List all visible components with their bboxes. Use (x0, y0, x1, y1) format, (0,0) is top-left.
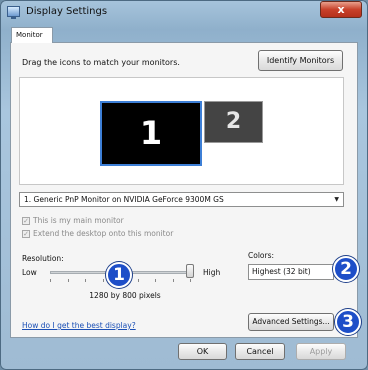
close-button[interactable]: x (320, 1, 362, 18)
display-app-icon (7, 6, 20, 19)
colors-select[interactable]: Highest (32 bit) (248, 264, 334, 280)
resolution-high-label: High (203, 268, 221, 277)
apply-button[interactable]: Apply (296, 343, 346, 360)
slider-tick (138, 279, 139, 282)
callout-badge-3: 3 (335, 309, 361, 335)
chevron-down-icon: ▼ (334, 196, 339, 203)
checkbox-checked-icon[interactable]: ✓ (22, 217, 30, 225)
main-monitor-checkbox-row[interactable]: ✓ This is my main monitor (22, 216, 124, 227)
slider-tick (103, 279, 104, 282)
ok-button[interactable]: OK (178, 343, 227, 360)
colors-label: Colors: (248, 251, 275, 260)
best-display-help-link[interactable]: How do I get the best display? (22, 321, 136, 330)
tab-monitor[interactable]: Monitor (11, 27, 53, 43)
cancel-button[interactable]: Cancel (235, 343, 285, 360)
slider-tick (190, 279, 191, 282)
slider-tick (155, 279, 156, 282)
title-bar[interactable]: Display Settings x (0, 0, 368, 24)
slider-tick (173, 279, 174, 282)
slider-tick (85, 279, 86, 282)
drag-instruction: Drag the icons to match your monitors. (22, 58, 180, 67)
display-select[interactable]: 1. Generic PnP Monitor on NVIDIA GeForce… (19, 192, 344, 207)
callout-badge-1: 1 (106, 262, 132, 288)
resolution-slider-thumb[interactable] (186, 264, 194, 278)
resolution-value: 1280 by 800 pixels (89, 291, 161, 300)
window-title: Display Settings (26, 6, 108, 17)
display-settings-window: Display Settings x Monitor Drag the icon… (0, 0, 368, 370)
extend-desktop-checkbox-row[interactable]: ✓ Extend the desktop onto this monitor (22, 229, 173, 240)
extend-desktop-label: Extend the desktop onto this monitor (33, 229, 174, 238)
monitor-1-tile[interactable]: 1 (100, 101, 202, 166)
display-select-value: 1. Generic PnP Monitor on NVIDIA GeForce… (24, 195, 224, 204)
callout-badge-2: 2 (333, 256, 359, 282)
checkbox-checked-icon[interactable]: ✓ (22, 230, 30, 238)
monitor-2-tile[interactable]: 2 (204, 101, 263, 143)
resolution-label: Resolution: (22, 254, 64, 263)
identify-monitors-button[interactable]: Identify Monitors (258, 50, 343, 71)
advanced-settings-button[interactable]: Advanced Settings... (248, 313, 334, 331)
resolution-low-label: Low (22, 268, 37, 277)
slider-tick (50, 279, 51, 282)
main-monitor-label: This is my main monitor (33, 216, 124, 225)
slider-tick (68, 279, 69, 282)
